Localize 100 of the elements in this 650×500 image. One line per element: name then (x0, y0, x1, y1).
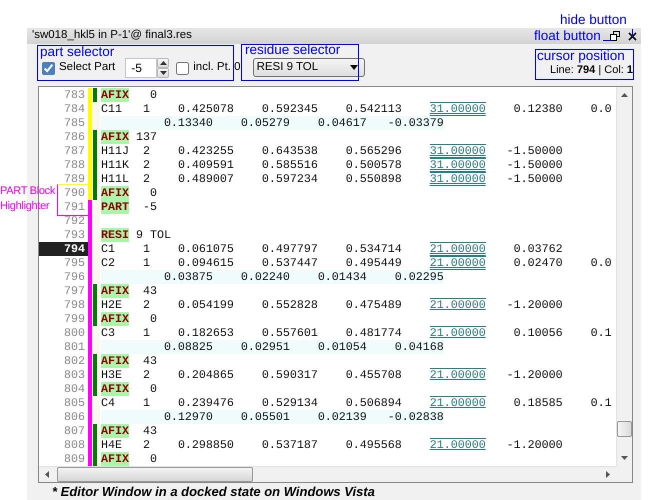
atom-value: 2 (142, 368, 151, 382)
line-number: 789 (63, 172, 86, 186)
callout-label: hide button (560, 12, 627, 27)
line-number: 786 (63, 130, 86, 144)
atom-value: 2 (142, 158, 151, 172)
vertical-scrollbar[interactable] (616, 87, 632, 466)
atom-value: 1 (142, 396, 151, 410)
atom-value: 0.592345 (260, 102, 318, 116)
occupancy-value[interactable]: 21.00000 (430, 368, 486, 382)
atom-value: 2 (142, 172, 151, 186)
scroll-thumb[interactable] (617, 421, 632, 437)
instruction-argument: 9 TOL (134, 228, 171, 242)
spin-up-button[interactable] (157, 58, 170, 68)
atom-value: 0.204865 (178, 368, 234, 382)
atom-value: 0.01434 (316, 270, 367, 284)
atom-value: 0.02240 (240, 270, 290, 284)
instruction-argument: 0 (148, 452, 157, 466)
atom-value: -1.20000 (506, 368, 563, 382)
keyword-token: AFIX (101, 382, 129, 396)
atom-value: 0.18585 (512, 396, 563, 410)
atom-value: 2 (142, 144, 151, 158)
atom-name: H3E (101, 368, 123, 382)
atom-value: 0.534714 (344, 242, 402, 256)
atom-value: 0.597234 (260, 172, 318, 186)
atom-value: 1 (142, 242, 151, 256)
occupancy-value[interactable]: 21.00000 (430, 298, 486, 312)
occupancy-value[interactable]: 31.00000 (430, 172, 486, 186)
scroll-up-arrow-icon (621, 93, 628, 97)
atom-name: C2 (101, 256, 116, 270)
line-number: 791 (63, 200, 86, 214)
atom-name: C11 (101, 102, 123, 116)
atom-value: 0.1 (590, 396, 612, 410)
occupancy-value[interactable]: 31.00000 (430, 144, 486, 158)
leader-line (632, 28, 633, 38)
atom-name: H4E (101, 438, 123, 452)
atom-value: 0.01054 (316, 340, 367, 354)
atom-value: 0.529134 (260, 396, 318, 410)
line-number: 802 (63, 354, 86, 368)
scroll-thumb[interactable] (57, 467, 253, 482)
line-number: 784 (63, 102, 86, 116)
keyword-token: AFIX (101, 312, 129, 326)
atom-name: C4 (101, 396, 116, 410)
atom-value: 2 (142, 298, 151, 312)
line-number: 807 (63, 424, 86, 438)
line-number: 806 (63, 410, 86, 424)
atom-value: 0.12380 (512, 102, 563, 116)
float-icon (610, 31, 620, 41)
atom-value: 0.239476 (178, 396, 234, 410)
atom-value: 0.03875 (162, 270, 213, 284)
atom-value: 0.590317 (260, 368, 318, 382)
atom-value: 0.537447 (260, 256, 318, 270)
atom-value: 0.497797 (260, 242, 318, 256)
instruction-argument: 43 (142, 354, 157, 368)
atom-name: C1 (101, 242, 116, 256)
checkbox-label: Select Part (59, 61, 116, 75)
instruction-argument: 0 (148, 312, 157, 326)
callout-label: part selector (40, 44, 114, 59)
include-part-zero-checkbox[interactable] (176, 62, 190, 74)
current-line-number: 794 (39, 242, 88, 256)
line-number: 800 (63, 326, 86, 340)
atom-name: C3 (101, 326, 116, 340)
keyword-token: AFIX (101, 88, 129, 102)
line-number: 790 (63, 186, 86, 200)
horizontal-scrollbar[interactable] (39, 466, 616, 482)
occupancy-value[interactable]: 31.00000 (430, 158, 486, 172)
callout-label: residue selector (245, 42, 340, 57)
occupancy-value[interactable]: 21.00000 (430, 242, 486, 256)
line-number: 809 (63, 452, 86, 466)
part-number-field[interactable]: -5 (125, 58, 158, 78)
atom-value: 0.537187 (260, 438, 318, 452)
caret-icon (350, 65, 358, 70)
atom-name: H11L (101, 172, 130, 186)
atom-value: 0.409591 (178, 158, 234, 172)
atom-value: 0.481774 (344, 326, 402, 340)
residue-dropdown[interactable]: RESI 9 TOL (252, 58, 365, 77)
instruction-argument: 43 (142, 284, 157, 298)
atom-value: 0.10056 (512, 326, 563, 340)
atom-value: 0.02139 (316, 410, 367, 424)
keyword-token: AFIX (101, 284, 129, 298)
atom-value: 0.12970 (162, 410, 213, 424)
atom-value: 0.565296 (344, 144, 402, 158)
leader-line (602, 40, 612, 41)
atom-value: 0.425078 (178, 102, 234, 116)
keyword-token: AFIX (101, 424, 129, 438)
atom-value: 0.550898 (344, 172, 402, 186)
atom-value: 0.423255 (178, 144, 234, 158)
line-number: 808 (63, 438, 86, 452)
spin-down-button[interactable] (157, 68, 170, 78)
atom-value: -1.20000 (506, 438, 563, 452)
atom-value: 0.542113 (344, 102, 402, 116)
atom-value: 0.475489 (344, 298, 402, 312)
instruction-argument: -5 (142, 200, 157, 214)
occupancy-value[interactable]: 21.00000 (430, 438, 486, 452)
select-part-checkbox[interactable] (42, 62, 55, 74)
atom-value: -1.50000 (506, 158, 563, 172)
atom-value: 0.04617 (316, 116, 367, 130)
instruction-argument: 0 (148, 186, 157, 200)
atom-value: 0.0 (590, 102, 612, 116)
float-button[interactable] (608, 29, 622, 43)
atom-value: 0.05279 (240, 116, 290, 130)
